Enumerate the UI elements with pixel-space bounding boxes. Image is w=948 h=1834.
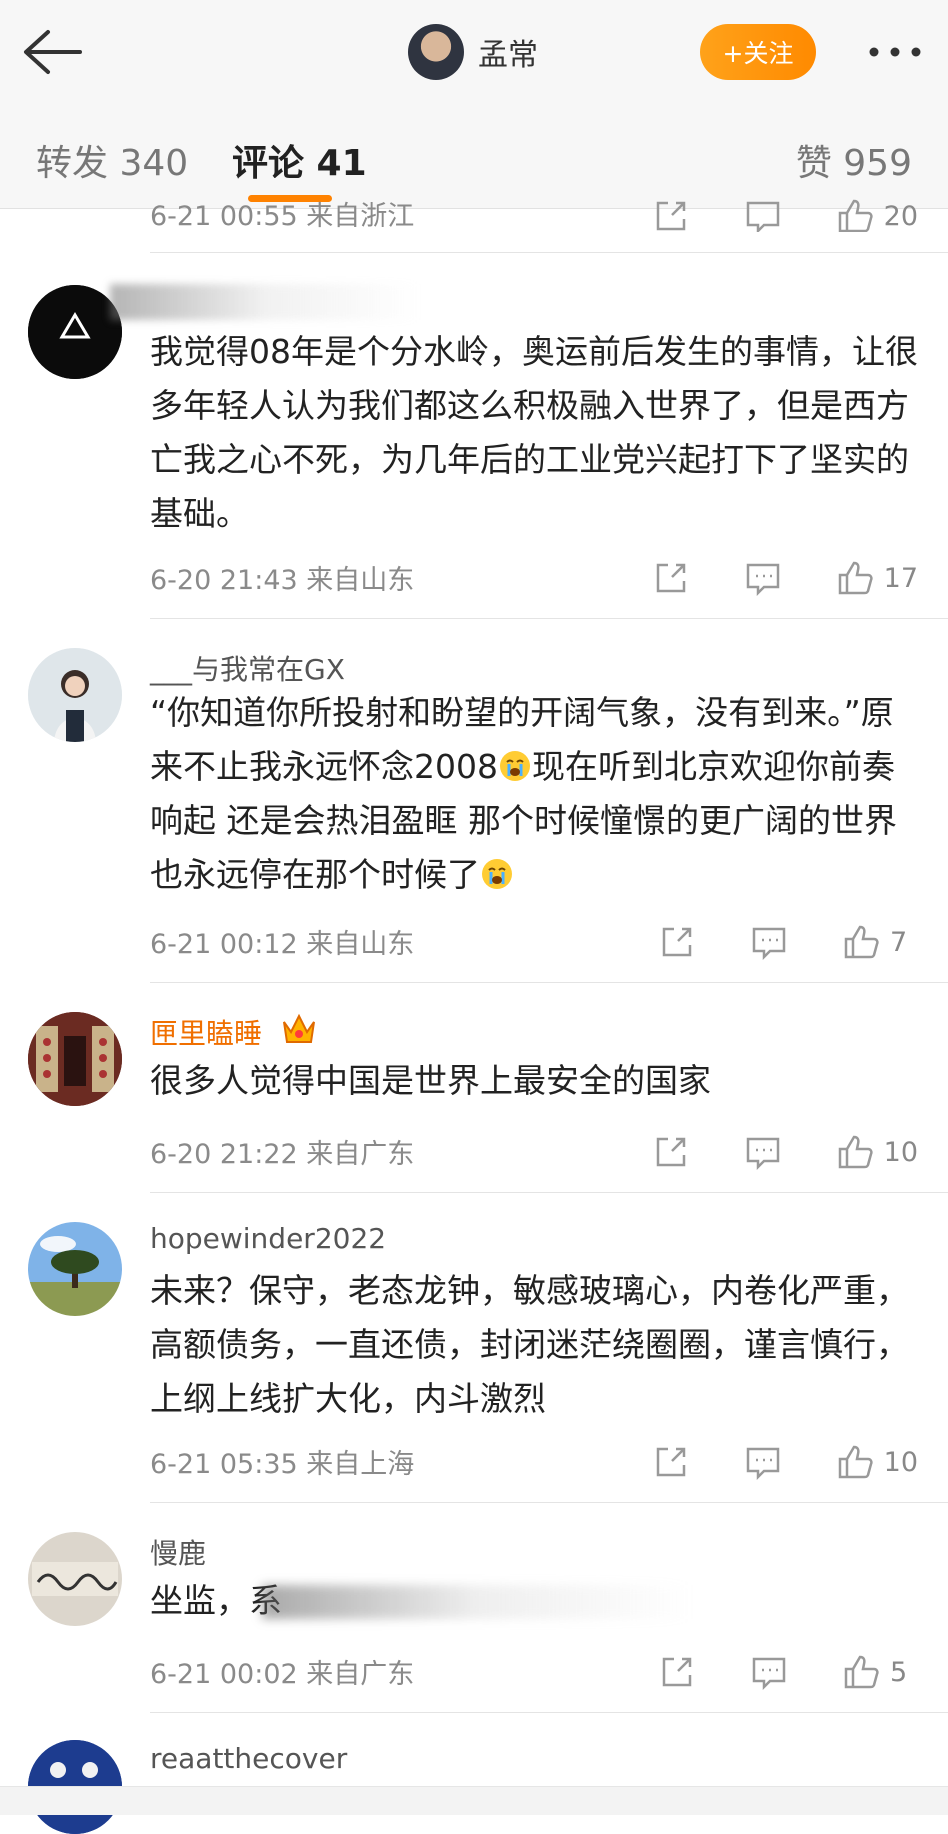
like-count: 7 (890, 926, 908, 958)
username[interactable]: 匣里瞌睡 (150, 1012, 262, 1052)
username[interactable]: reaatthecover (150, 1742, 347, 1775)
tab-comments[interactable]: 评论 41 (232, 134, 367, 186)
like-count: 5 (890, 1656, 908, 1688)
avatar[interactable] (28, 1532, 122, 1626)
blurred-username (110, 284, 420, 320)
comment-meta: 6-20 21:22 来自广东 (150, 1139, 415, 1170)
divider (150, 618, 948, 619)
comment-meta: 6-21 05:35 来自上海 (150, 1449, 415, 1480)
avatar-image (28, 648, 122, 742)
reply-icon[interactable] (750, 923, 788, 961)
like-count: 10 (883, 1136, 918, 1168)
like-icon[interactable] (842, 1653, 880, 1691)
comment-actions: 5 (658, 1652, 918, 1692)
comment-meta: 6-21 00:12 来自山东 (150, 929, 415, 960)
divider (150, 982, 948, 983)
share-icon[interactable] (652, 197, 690, 232)
comment-actions: 20 (652, 196, 918, 232)
like-icon[interactable] (836, 1133, 874, 1171)
author-avatar[interactable] (408, 24, 464, 80)
comment-actions: 17 (652, 558, 918, 598)
avatar-image (28, 1222, 122, 1316)
avatar[interactable] (28, 1012, 122, 1106)
avatar-image (28, 285, 122, 379)
crying-emoji-icon (482, 859, 512, 889)
avatar[interactable] (28, 1222, 122, 1316)
avatar[interactable] (28, 648, 122, 742)
tab-likes[interactable]: 赞 959 (796, 134, 912, 186)
divider (150, 1192, 948, 1193)
avatar[interactable] (28, 285, 122, 379)
reply-icon[interactable] (744, 1443, 782, 1481)
crown-icon (283, 1013, 315, 1043)
comment-meta: 6-20 21:43 来自山东 (150, 565, 415, 596)
more-icon[interactable] (866, 43, 924, 61)
username[interactable]: ___与我常在GX (150, 648, 345, 688)
share-icon[interactable] (652, 1133, 690, 1171)
bottom-edge (0, 1786, 948, 1815)
share-icon[interactable] (652, 559, 690, 597)
author-name[interactable]: 孟常 (478, 30, 538, 74)
top-bar: 孟常 +关注 (0, 0, 948, 105)
like-icon[interactable] (836, 197, 874, 232)
like-icon[interactable] (836, 1443, 874, 1481)
follow-button[interactable]: +关注 (700, 24, 816, 80)
reply-icon[interactable] (744, 559, 782, 597)
username[interactable]: hopewinder2022 (150, 1222, 386, 1255)
comment-actions: 10 (652, 1132, 918, 1172)
reply-icon[interactable] (750, 1653, 788, 1691)
comment-text: 未来？保守，老态龙钟，敏感玻璃心，内卷化严重，高额债务，一直还债，封闭迷茫绕圈圈… (150, 1271, 909, 1418)
share-icon[interactable] (658, 1653, 696, 1691)
crying-emoji-icon (499, 751, 530, 781)
comment-text: 我觉得08年是个分水岭，奥运前后发生的事情，让很多年轻人认为我们都这么积极融入世… (150, 332, 918, 533)
comment-meta: 6-21 00:55 来自浙江 (150, 201, 415, 232)
comment-text: 很多人觉得中国是世界上最安全的国家 (150, 1061, 711, 1100)
like-icon[interactable] (836, 559, 874, 597)
comment-text: “你知道你所投射和盼望的开阔气象，没有到来。”原来不止我永远怀念2008 现在听到… (150, 686, 920, 902)
blurred-text (262, 1585, 692, 1619)
like-icon[interactable] (842, 923, 880, 961)
tab-repost[interactable]: 转发 340 (36, 134, 188, 186)
reply-icon[interactable] (744, 1133, 782, 1171)
avatar-image (28, 1012, 122, 1106)
username[interactable]: 慢鹿 (150, 1532, 206, 1572)
back-arrow-icon[interactable] (22, 28, 84, 76)
avatar-image (28, 1532, 122, 1626)
comment-meta: 6-21 00:02 来自广东 (150, 1659, 415, 1690)
share-icon[interactable] (658, 923, 696, 961)
like-count: 10 (883, 1446, 918, 1478)
comment-actions: 7 (658, 922, 918, 962)
divider (150, 1712, 948, 1713)
reply-icon[interactable] (744, 197, 782, 232)
divider (150, 252, 948, 253)
partial-comment-row: 6-21 00:55 来自浙江 20 (0, 190, 948, 232)
like-count: 17 (883, 562, 918, 594)
like-count: 20 (883, 200, 918, 232)
comment-actions: 10 (652, 1442, 918, 1482)
divider (150, 1502, 948, 1503)
share-icon[interactable] (652, 1443, 690, 1481)
